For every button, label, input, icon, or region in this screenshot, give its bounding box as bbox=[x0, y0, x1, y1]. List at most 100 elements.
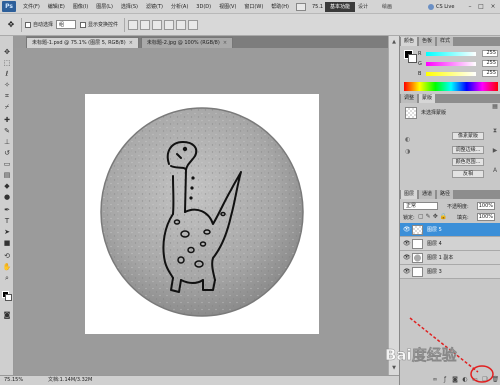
menu-select[interactable]: 选择(S) bbox=[117, 3, 142, 10]
document-tab-active[interactable]: 未标题-1.psd @ 75.1% (图层 5, RGB/8) × bbox=[26, 37, 139, 48]
color-slider-g[interactable]: G 255 bbox=[418, 60, 498, 67]
close-icon[interactable]: × bbox=[223, 40, 227, 46]
tab-color[interactable]: 颜色 bbox=[401, 37, 418, 46]
canvas-area[interactable] bbox=[14, 48, 388, 375]
lasso-tool-icon[interactable]: ℓ bbox=[2, 70, 12, 79]
eyedropper-tool-icon[interactable]: ⌿ bbox=[2, 103, 12, 112]
character-icon[interactable]: A bbox=[490, 166, 500, 176]
magic-wand-tool-icon[interactable]: ✧ bbox=[2, 81, 12, 90]
history-brush-tool-icon[interactable]: ↺ bbox=[2, 149, 12, 158]
scroll-up-icon[interactable]: ▲ bbox=[390, 38, 398, 46]
menu-help[interactable]: 帮助(H) bbox=[267, 3, 293, 10]
eye-icon[interactable]: 👁 bbox=[403, 226, 411, 234]
link-layers-icon[interactable]: ∞ bbox=[432, 376, 439, 383]
document-canvas[interactable] bbox=[85, 94, 319, 334]
shape-tool-icon[interactable]: ■ bbox=[2, 239, 12, 248]
color-slider-r[interactable]: R 255 bbox=[418, 50, 498, 57]
eye-icon[interactable]: 👁 bbox=[403, 240, 411, 248]
menu-filter[interactable]: 滤镜(T) bbox=[142, 3, 167, 10]
gradient-tool-icon[interactable]: ▤ bbox=[2, 171, 12, 180]
clone-stamp-tool-icon[interactable]: ⊥ bbox=[2, 138, 12, 147]
zoom-tool-icon[interactable]: ⌕ bbox=[2, 274, 12, 283]
auto-select-checkbox[interactable] bbox=[25, 21, 31, 28]
quick-mask-icon[interactable]: ◙ bbox=[2, 311, 12, 320]
auto-select-dropdown[interactable]: 组 bbox=[56, 20, 77, 29]
fill-field[interactable]: 100% bbox=[477, 213, 495, 221]
g-slider-track[interactable] bbox=[426, 62, 476, 66]
color-background-swatch[interactable] bbox=[408, 54, 417, 63]
vector-mask-icon[interactable]: ◑ bbox=[405, 148, 410, 155]
align-middle-icon[interactable] bbox=[140, 19, 151, 30]
menu-view[interactable]: 视图(V) bbox=[215, 3, 240, 10]
menu-layer[interactable]: 图层(L) bbox=[92, 3, 117, 10]
pixel-mask-button[interactable]: 像素蒙版 bbox=[452, 132, 484, 140]
crop-tool-icon[interactable]: ⌗ bbox=[2, 92, 12, 101]
eye-icon[interactable]: 👁 bbox=[403, 268, 411, 276]
layer-row[interactable]: 👁 图层 5 bbox=[400, 223, 500, 237]
lock-icons[interactable]: ▢✎✥🔒 bbox=[418, 213, 449, 220]
layer-style-icon[interactable]: ƒ bbox=[442, 376, 449, 383]
blur-tool-icon[interactable]: ◆ bbox=[2, 182, 12, 191]
align-right-icon[interactable] bbox=[188, 19, 199, 30]
tab-swatches[interactable]: 色板 bbox=[419, 37, 436, 46]
marquee-tool-icon[interactable]: ⬚ bbox=[2, 59, 12, 68]
layer-row[interactable]: 👁 图层 4 bbox=[400, 237, 500, 251]
b-value-field[interactable]: 255 bbox=[482, 70, 498, 77]
minimize-button[interactable]: – bbox=[465, 2, 475, 11]
show-transform-checkbox[interactable] bbox=[80, 21, 87, 28]
b-slider-track[interactable] bbox=[426, 72, 476, 76]
menu-file[interactable]: 文件(F) bbox=[19, 3, 44, 10]
tab-masks[interactable]: 蒙版 bbox=[419, 94, 436, 103]
opacity-field[interactable]: 100% bbox=[477, 202, 495, 210]
new-group-icon[interactable]: ▭ bbox=[472, 376, 479, 383]
move-tool-icon[interactable]: ✥ bbox=[2, 48, 12, 57]
history-icon[interactable]: ⧗ bbox=[490, 126, 500, 136]
close-window-button[interactable]: × bbox=[488, 2, 498, 11]
align-bottom-icon[interactable] bbox=[152, 19, 163, 30]
maximize-button[interactable]: □ bbox=[476, 2, 486, 11]
tab-paths[interactable]: 路径 bbox=[437, 190, 454, 199]
color-slider-b[interactable]: B 255 bbox=[418, 70, 498, 77]
type-tool-icon[interactable]: T bbox=[2, 217, 12, 226]
healing-brush-tool-icon[interactable]: ✚ bbox=[2, 116, 12, 125]
dodge-tool-icon[interactable]: ● bbox=[2, 193, 12, 202]
menu-analysis[interactable]: 分析(A) bbox=[167, 3, 192, 10]
workspace-painting-button[interactable]: 绘画 bbox=[382, 2, 392, 12]
tab-channels[interactable]: 通道 bbox=[419, 190, 436, 199]
tab-adjustments[interactable]: 调整 bbox=[401, 94, 418, 103]
status-zoom[interactable]: 75.15% bbox=[4, 376, 23, 385]
background-color-swatch[interactable] bbox=[5, 294, 12, 301]
tab-layers[interactable]: 图层 bbox=[401, 190, 418, 199]
pen-tool-icon[interactable]: ✒ bbox=[2, 206, 12, 215]
actions-icon[interactable]: ▶ bbox=[490, 146, 500, 156]
tab-styles[interactable]: 样式 bbox=[437, 37, 454, 46]
hand-tool-icon[interactable]: ✋ bbox=[2, 263, 12, 272]
eye-icon[interactable]: 👁 bbox=[403, 254, 411, 262]
color-range-button[interactable]: 颜色范围... bbox=[452, 158, 484, 166]
eraser-tool-icon[interactable]: ▭ bbox=[2, 160, 12, 169]
menu-3d[interactable]: 3D(D) bbox=[192, 4, 215, 10]
menu-edit[interactable]: 编辑(E) bbox=[44, 3, 69, 10]
delete-layer-icon[interactable]: 🗑 bbox=[492, 376, 500, 383]
close-icon[interactable]: × bbox=[129, 40, 133, 46]
g-value-field[interactable]: 255 bbox=[482, 60, 498, 67]
brush-tool-icon[interactable]: ✎ bbox=[2, 127, 12, 136]
document-tab[interactable]: 未标题-2.jpg @ 100% (RGB/8) × bbox=[140, 37, 234, 48]
mask-icon[interactable]: ◐ bbox=[405, 136, 410, 143]
workspace-design-button[interactable]: 设计 bbox=[358, 2, 368, 12]
scroll-down-icon[interactable]: ▼ bbox=[390, 364, 398, 372]
r-slider-track[interactable] bbox=[426, 52, 476, 56]
invert-button[interactable]: 反相 bbox=[452, 170, 484, 178]
align-left-icon[interactable] bbox=[164, 19, 175, 30]
blend-mode-select[interactable]: 正常 bbox=[403, 202, 438, 210]
3d-rotate-tool-icon[interactable]: ⟲ bbox=[2, 252, 12, 261]
align-center-icon[interactable] bbox=[176, 19, 187, 30]
align-top-icon[interactable] bbox=[128, 19, 139, 30]
canvas-vertical-scrollbar[interactable]: ▲ ▼ bbox=[388, 36, 399, 375]
add-mask-icon[interactable]: ◙ bbox=[452, 376, 459, 383]
new-layer-icon[interactable]: ❏ bbox=[482, 376, 489, 383]
zoom-level-select[interactable]: 75.1 bbox=[312, 4, 323, 10]
workspace-essentials-button[interactable]: 基本功能 bbox=[325, 2, 356, 12]
path-selection-tool-icon[interactable]: ➤ bbox=[2, 228, 12, 237]
adjustment-layer-icon[interactable]: ◐ bbox=[462, 376, 469, 383]
